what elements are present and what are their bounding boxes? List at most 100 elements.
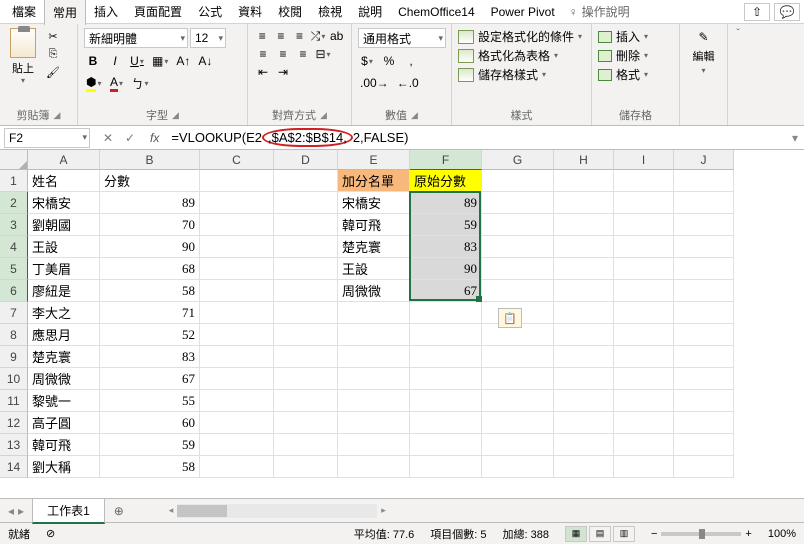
increase-indent-button[interactable]: ⇥ bbox=[274, 64, 292, 80]
row-header-12[interactable]: 12 bbox=[0, 412, 28, 434]
zoom-level[interactable]: 100% bbox=[768, 528, 796, 540]
cell-B10[interactable]: 67 bbox=[100, 368, 200, 390]
cell-C5[interactable] bbox=[200, 258, 274, 280]
tab-home[interactable]: 常用 bbox=[44, 0, 86, 25]
add-sheet-button[interactable]: ⊕ bbox=[109, 501, 129, 521]
name-box[interactable]: F2 bbox=[4, 128, 90, 148]
cell-I11[interactable] bbox=[614, 390, 674, 412]
col-header-H[interactable]: H bbox=[554, 150, 614, 170]
row-header-9[interactable]: 9 bbox=[0, 346, 28, 368]
cell-A14[interactable]: 劉大稱 bbox=[28, 456, 100, 478]
row-header-10[interactable]: 10 bbox=[0, 368, 28, 390]
comma-format-button[interactable]: , bbox=[402, 52, 420, 70]
cell-H10[interactable] bbox=[554, 368, 614, 390]
cell-F14[interactable] bbox=[410, 456, 482, 478]
tab-file[interactable]: 檔案 bbox=[4, 0, 44, 24]
cell-D3[interactable] bbox=[274, 214, 338, 236]
cell-A3[interactable]: 劉朝國 bbox=[28, 214, 100, 236]
tab-view[interactable]: 檢視 bbox=[310, 0, 350, 24]
row-header-5[interactable]: 5 bbox=[0, 258, 28, 280]
align-bottom-button[interactable]: ≡ bbox=[291, 28, 308, 44]
cell-C2[interactable] bbox=[200, 192, 274, 214]
row-header-2[interactable]: 2 bbox=[0, 192, 28, 214]
cell-B3[interactable]: 70 bbox=[100, 214, 200, 236]
sheet-tab-1[interactable]: 工作表1 bbox=[32, 498, 105, 524]
cell-D7[interactable] bbox=[274, 302, 338, 324]
cell-E14[interactable] bbox=[338, 456, 410, 478]
cell-D13[interactable] bbox=[274, 434, 338, 456]
cell-H9[interactable] bbox=[554, 346, 614, 368]
cell-D8[interactable] bbox=[274, 324, 338, 346]
cell-A13[interactable]: 韓可飛 bbox=[28, 434, 100, 456]
tab-powerpivot[interactable]: Power Pivot bbox=[483, 1, 563, 23]
underline-button[interactable]: U bbox=[128, 52, 146, 70]
cell-C6[interactable] bbox=[200, 280, 274, 302]
collapse-ribbon-button[interactable]: ˇ bbox=[736, 28, 739, 39]
cell-F12[interactable] bbox=[410, 412, 482, 434]
cell-G4[interactable] bbox=[482, 236, 554, 258]
cut-button[interactable]: ✂ bbox=[44, 28, 62, 44]
cell-A9[interactable]: 楚克寰 bbox=[28, 346, 100, 368]
cell-A11[interactable]: 黎號一 bbox=[28, 390, 100, 412]
col-header-G[interactable]: G bbox=[482, 150, 554, 170]
cell-A7[interactable]: 李大之 bbox=[28, 302, 100, 324]
cell-D12[interactable] bbox=[274, 412, 338, 434]
copy-button[interactable]: ⎘ bbox=[44, 46, 62, 62]
cell-E4[interactable]: 楚克寰 bbox=[338, 236, 410, 258]
cell-D2[interactable] bbox=[274, 192, 338, 214]
cell-D1[interactable] bbox=[274, 170, 338, 192]
cell-E11[interactable] bbox=[338, 390, 410, 412]
cell-C9[interactable] bbox=[200, 346, 274, 368]
cell-B13[interactable]: 59 bbox=[100, 434, 200, 456]
format-cells-button[interactable]: 格式▾ bbox=[598, 66, 673, 83]
col-header-D[interactable]: D bbox=[274, 150, 338, 170]
cell-G14[interactable] bbox=[482, 456, 554, 478]
accessibility-icon[interactable]: ⊘ bbox=[46, 527, 55, 540]
zoom-out-button[interactable]: − bbox=[651, 528, 657, 540]
decrease-indent-button[interactable]: ⇤ bbox=[254, 64, 272, 80]
row-header-3[interactable]: 3 bbox=[0, 214, 28, 236]
cell-J4[interactable] bbox=[674, 236, 734, 258]
col-header-B[interactable]: B bbox=[100, 150, 200, 170]
cell-F9[interactable] bbox=[410, 346, 482, 368]
cell-C1[interactable] bbox=[200, 170, 274, 192]
cell-A4[interactable]: 王設 bbox=[28, 236, 100, 258]
cell-styles-button[interactable]: 儲存格樣式▾ bbox=[458, 66, 585, 83]
cell-E3[interactable]: 韓可飛 bbox=[338, 214, 410, 236]
bold-button[interactable]: B bbox=[84, 52, 102, 70]
row-header-1[interactable]: 1 bbox=[0, 170, 28, 192]
cell-D6[interactable] bbox=[274, 280, 338, 302]
border-button[interactable]: ▦ bbox=[150, 52, 170, 70]
tab-formulas[interactable]: 公式 bbox=[190, 0, 230, 24]
cell-C14[interactable] bbox=[200, 456, 274, 478]
cell-J11[interactable] bbox=[674, 390, 734, 412]
cell-H6[interactable] bbox=[554, 280, 614, 302]
col-header-C[interactable]: C bbox=[200, 150, 274, 170]
cell-F7[interactable] bbox=[410, 302, 482, 324]
col-header-J[interactable]: J bbox=[674, 150, 734, 170]
cell-I1[interactable] bbox=[614, 170, 674, 192]
cell-I12[interactable] bbox=[614, 412, 674, 434]
cell-G2[interactable] bbox=[482, 192, 554, 214]
wrap-text-button[interactable]: ab bbox=[328, 28, 345, 44]
cell-B1[interactable]: 分數 bbox=[100, 170, 200, 192]
cell-G10[interactable] bbox=[482, 368, 554, 390]
tab-nav-next-button[interactable]: ▸ bbox=[18, 504, 24, 518]
row-header-7[interactable]: 7 bbox=[0, 302, 28, 324]
row-header-14[interactable]: 14 bbox=[0, 456, 28, 478]
cell-D9[interactable] bbox=[274, 346, 338, 368]
col-header-I[interactable]: I bbox=[614, 150, 674, 170]
cell-C12[interactable] bbox=[200, 412, 274, 434]
cell-E7[interactable] bbox=[338, 302, 410, 324]
number-format-combo[interactable]: 通用格式 bbox=[358, 28, 446, 48]
cell-C10[interactable] bbox=[200, 368, 274, 390]
decrease-decimal-button[interactable]: ←.0 bbox=[395, 74, 421, 92]
cell-I7[interactable] bbox=[614, 302, 674, 324]
cell-G11[interactable] bbox=[482, 390, 554, 412]
tab-data[interactable]: 資料 bbox=[230, 0, 270, 24]
select-all-button[interactable] bbox=[0, 150, 28, 170]
cell-J14[interactable] bbox=[674, 456, 734, 478]
formula-input[interactable]: =VLOOKUP(E2,$A$2:$B$14,2,FALSE) bbox=[165, 128, 786, 147]
comments-button[interactable]: 💬 bbox=[774, 3, 800, 21]
align-right-button[interactable]: ≡ bbox=[294, 46, 312, 62]
